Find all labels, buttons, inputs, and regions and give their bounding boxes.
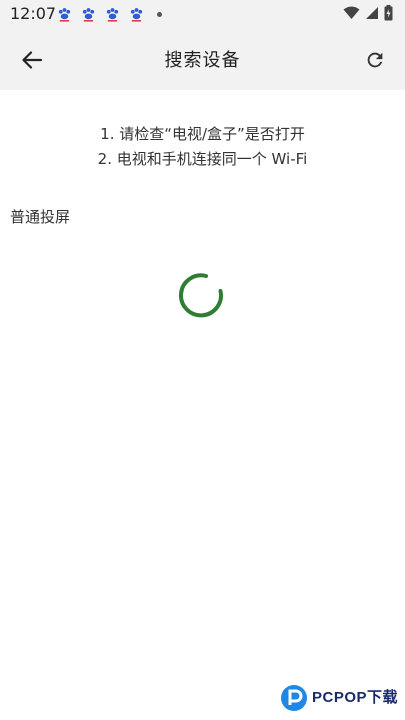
loading-spinner-icon	[179, 273, 223, 318]
instruction-line-2: 2. 电视和手机连接同一个 Wi-Fi	[97, 150, 308, 168]
notification-icons	[57, 7, 162, 22]
watermark: PCPOP下载	[280, 683, 398, 713]
battery-charging-icon	[384, 5, 393, 21]
pcpop-logo-icon	[281, 685, 307, 711]
status-bar: 12:07	[0, 0, 405, 28]
cellular-signal-icon	[366, 7, 378, 19]
instruction-line-1: 1. 请检查“电视/盒子”是否打开	[100, 125, 305, 143]
page-title: 搜索设备	[164, 50, 241, 71]
baidu-paw-icon	[130, 8, 143, 22]
instructions: 1. 请检查“电视/盒子”是否打开 2. 电视和手机连接同一个 Wi-Fi	[0, 122, 405, 172]
baidu-paw-icon	[82, 8, 95, 22]
baidu-paw-icon	[58, 8, 71, 22]
watermark-text: PCPOP下载	[312, 688, 399, 706]
status-time: 12:07	[10, 4, 57, 23]
more-dot-icon	[157, 12, 162, 17]
refresh-icon	[367, 52, 383, 68]
baidu-paw-icon	[106, 8, 119, 22]
refresh-button[interactable]	[357, 42, 393, 78]
system-icons	[343, 5, 393, 21]
section-label-normal-cast: 普通投屏	[10, 208, 71, 226]
wifi-icon	[343, 6, 360, 19]
app-bar: 搜索设备	[0, 28, 405, 90]
